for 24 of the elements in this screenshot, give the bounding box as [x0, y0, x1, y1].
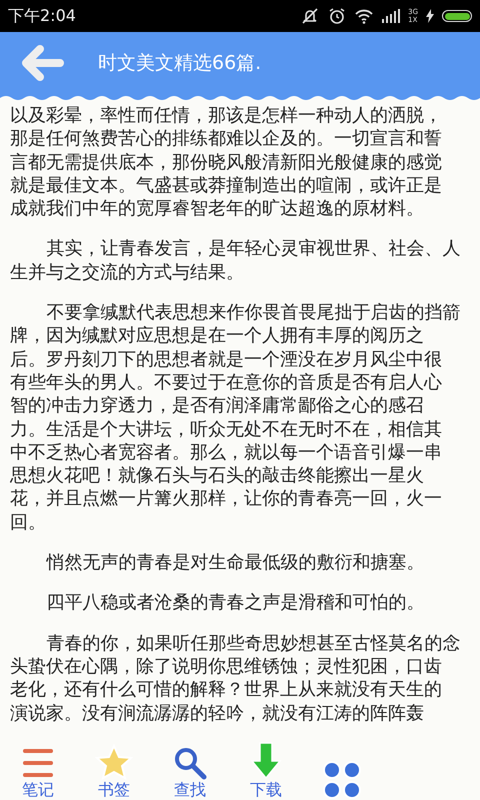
article-paragraph: 其实，让青春发言，是年轻心灵审视世界、社会、人 生并与之交流的方式与结果。 — [10, 237, 460, 284]
article-paragraph: 四平八稳或者沧桑的青春之声是滑稽和可怕的。 — [45, 591, 424, 615]
status-time: 下午2:04 — [8, 6, 76, 26]
article-paragraph: 以及彩晕，率性而任情，那该是怎样一种动人的洒脱， 那是任何煞费苦心的排练都难以企及的。一切宣言和誓 言都无需提供底本，那份晓风般清新阳光般健康的感觉 就是最佳文本。气盛甚或莽撞制造出的喧闹，或许正是 成就我们中年的宽厚睿智老年的旷达超逸的原材料。 — [10, 104, 442, 220]
download-arrow-icon[interactable] — [250, 742, 282, 780]
muted-bell-icon — [300, 8, 320, 24]
article-paragraph: 青春的你，如果听任那些奇思妙想甚至古怪莫名的念 头蛰伏在心隅，除了说明你思维锈蚀；灵性犯困，口齿 老化，还有什么可惜的解释？世界上从来就没有天生的 演说家。没有涧流潺潺的轻吟，就没有江涛的阵阵轰 — [10, 632, 460, 725]
toolbar-label[interactable]: 查找 — [174, 780, 206, 800]
toolbar-label[interactable]: 下载 — [250, 780, 282, 800]
article-paragraph: 不要拿缄默代表思想来作你畏首畏尾拙于启齿的挡箭 牌，因为缄默对应思想是在一个人拥有丰厚的阅历之 后。罗丹刻刀下的思想者就是一个湮没在岁月风尘中很 有些年头的男人。不要过于在意你的音质是否有启人心 智的冲击力穿透力，是否有润泽庸常鄙俗之心的感召 力。生活是个大讲坛，听众无处不在无时不在，相信其 中不乏热心者宽容者。那么，就以每一个语音引爆一串 思想火花吧！就像石头与石头的敲击终能擦出一星火 花，并且点燃一片篝火那样，让你的青春亮一回，火一 回。 — [10, 301, 460, 534]
signal-icon — [382, 9, 400, 23]
article-paragraph: 悄然无声的青春是对生命最低级的敷衍和搪塞。 — [45, 551, 424, 574]
wifi-icon — [354, 8, 374, 24]
search-icon[interactable] — [173, 746, 207, 780]
back-arrow-icon[interactable] — [20, 45, 64, 81]
charging-icon — [426, 9, 434, 23]
four-dots-icon[interactable] — [322, 760, 362, 800]
alarm-clock-icon — [328, 7, 346, 25]
page-title: 时文美文精选66篇. — [98, 51, 262, 76]
toolbar-label[interactable]: 笔记 — [22, 780, 54, 800]
menu-lines-icon[interactable] — [23, 746, 53, 780]
battery-icon — [442, 10, 472, 22]
star-icon[interactable] — [95, 744, 133, 780]
toolbar-label[interactable]: 书签 — [98, 780, 130, 800]
